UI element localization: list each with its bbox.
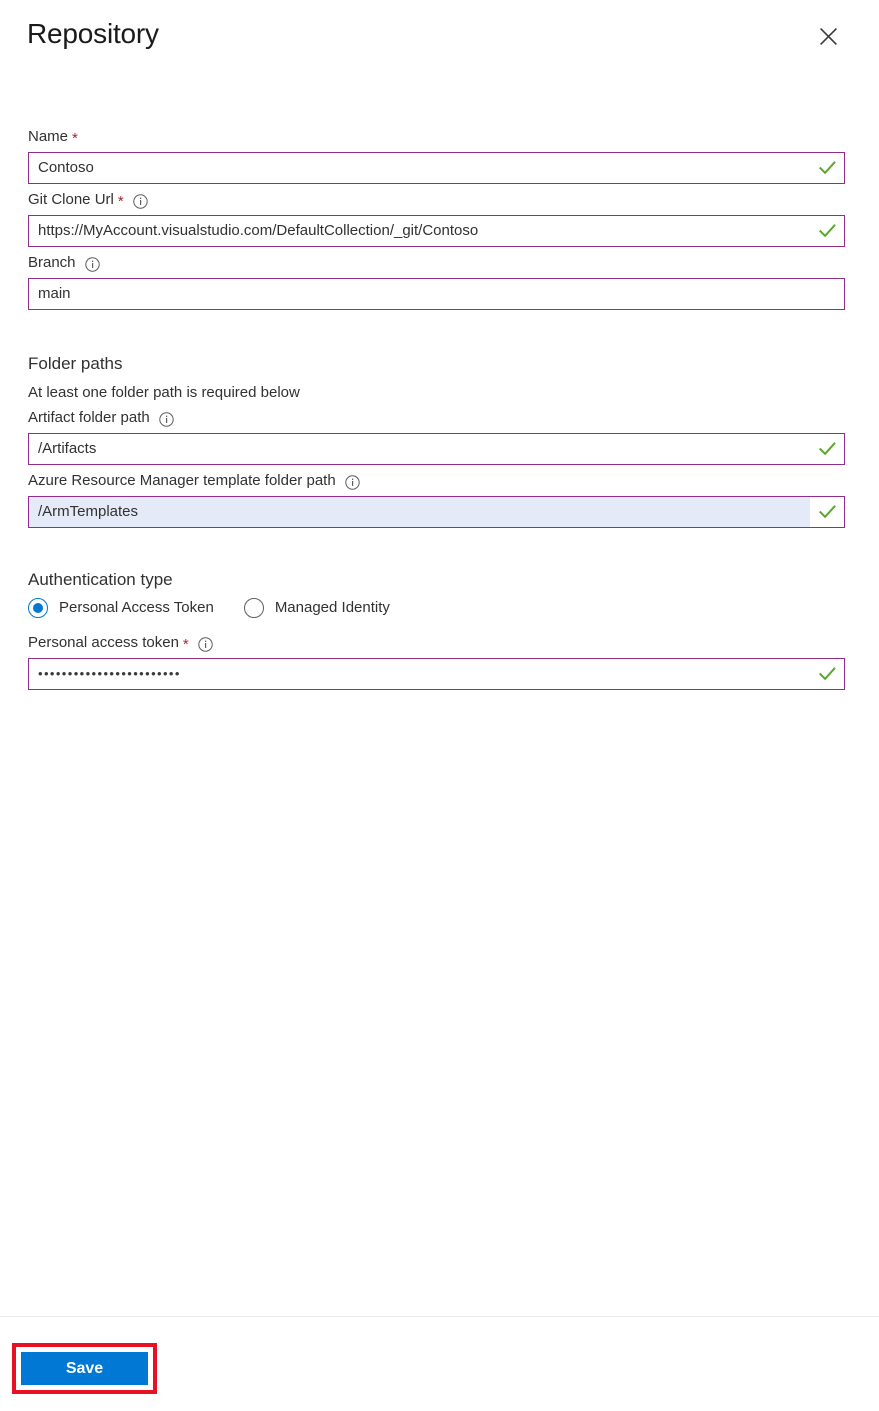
save-button[interactable]: Save (21, 1352, 148, 1385)
git-clone-url-input-wrapper[interactable] (28, 215, 845, 247)
checkmark-icon (818, 667, 836, 681)
personal-access-token-input[interactable]: •••••••••••••••••••••••• (29, 665, 810, 683)
artifact-folder-path-input[interactable] (29, 439, 810, 459)
radio-mark-icon (243, 598, 264, 618)
name-label: Name * (28, 126, 851, 148)
checkmark-icon (818, 442, 836, 456)
artifact-folder-path-label: Artifact folder path (28, 407, 851, 429)
radio-managed-identity-label: Managed Identity (274, 599, 390, 616)
authentication-type-heading: Authentication type (28, 570, 173, 589)
field-git-clone-url: Git Clone Url * (28, 189, 851, 247)
info-icon[interactable] (344, 474, 360, 490)
checkmark-icon (818, 161, 836, 175)
personal-access-token-label: Personal access token * (28, 632, 851, 654)
field-personal-access-token: Personal access token * ••••••••••••••••… (28, 632, 851, 690)
name-valid-check (810, 153, 844, 183)
git-clone-url-label-text: Git Clone Url (28, 191, 114, 208)
name-input[interactable] (29, 158, 810, 178)
radio-managed-identity[interactable]: Managed Identity (243, 598, 390, 618)
field-artifact-folder-path: Artifact folder path (28, 407, 851, 465)
folder-paths-heading: Folder paths (28, 354, 123, 373)
name-input-wrapper[interactable] (28, 152, 845, 184)
artifact-folder-path-valid-check (810, 434, 844, 464)
arm-template-folder-path-label-text: Azure Resource Manager template folder p… (28, 472, 336, 489)
panel-footer: Save (0, 1316, 879, 1411)
personal-access-token-label-text: Personal access token (28, 634, 179, 651)
close-button[interactable] (813, 21, 843, 51)
field-branch: Branch (28, 252, 851, 310)
git-clone-url-valid-check (810, 216, 844, 246)
checkmark-icon (818, 505, 836, 519)
repository-panel: Repository Name * Contoso Git Clone Url … (0, 0, 879, 1411)
field-arm-template-folder-path: Azure Resource Manager template folder p… (28, 470, 851, 528)
personal-access-token-input-wrapper[interactable]: •••••••••••••••••••••••• (28, 658, 845, 690)
required-asterisk: * (182, 635, 189, 653)
branch-label-text: Branch (28, 254, 76, 271)
radio-personal-access-token-label: Personal Access Token (59, 599, 214, 616)
name-label-text: Name (28, 128, 69, 145)
info-icon[interactable] (84, 256, 100, 272)
arm-template-folder-path-valid-check (810, 497, 844, 527)
authentication-type-radio-group: Personal Access Token Managed Identity (28, 598, 851, 618)
checkmark-icon (818, 224, 836, 238)
panel-header: Repository (0, 0, 879, 78)
field-name: Name * (28, 126, 851, 184)
artifact-folder-path-label-text: Artifact folder path (28, 409, 150, 426)
arm-template-folder-path-input[interactable] (29, 502, 810, 522)
folder-paths-subtext: At least one folder path is required bel… (28, 384, 300, 401)
required-asterisk: * (117, 192, 124, 210)
artifact-folder-path-input-wrapper[interactable] (28, 433, 845, 465)
info-icon[interactable] (133, 193, 148, 209)
branch-check-placeholder (810, 279, 844, 309)
git-clone-url-input[interactable] (29, 221, 810, 241)
info-icon[interactable] (159, 411, 174, 427)
git-clone-url-label: Git Clone Url * (28, 189, 851, 211)
personal-access-token-valid-check (810, 659, 844, 689)
arm-template-folder-path-input-wrapper[interactable] (28, 496, 845, 528)
page-title: Repository (27, 18, 159, 49)
radio-personal-access-token[interactable]: Personal Access Token (28, 598, 214, 618)
arm-template-folder-path-label: Azure Resource Manager template folder p… (28, 470, 851, 492)
required-asterisk: * (72, 129, 78, 147)
branch-label: Branch (28, 252, 851, 274)
panel-body: Name * Git Clone Url * (0, 78, 879, 1316)
info-icon[interactable] (198, 636, 213, 652)
branch-input[interactable] (29, 284, 810, 304)
radio-mark-icon (28, 598, 48, 618)
close-icon (819, 27, 838, 46)
branch-input-wrapper[interactable] (28, 278, 845, 310)
save-button-annotation-highlight: Save (12, 1343, 157, 1394)
